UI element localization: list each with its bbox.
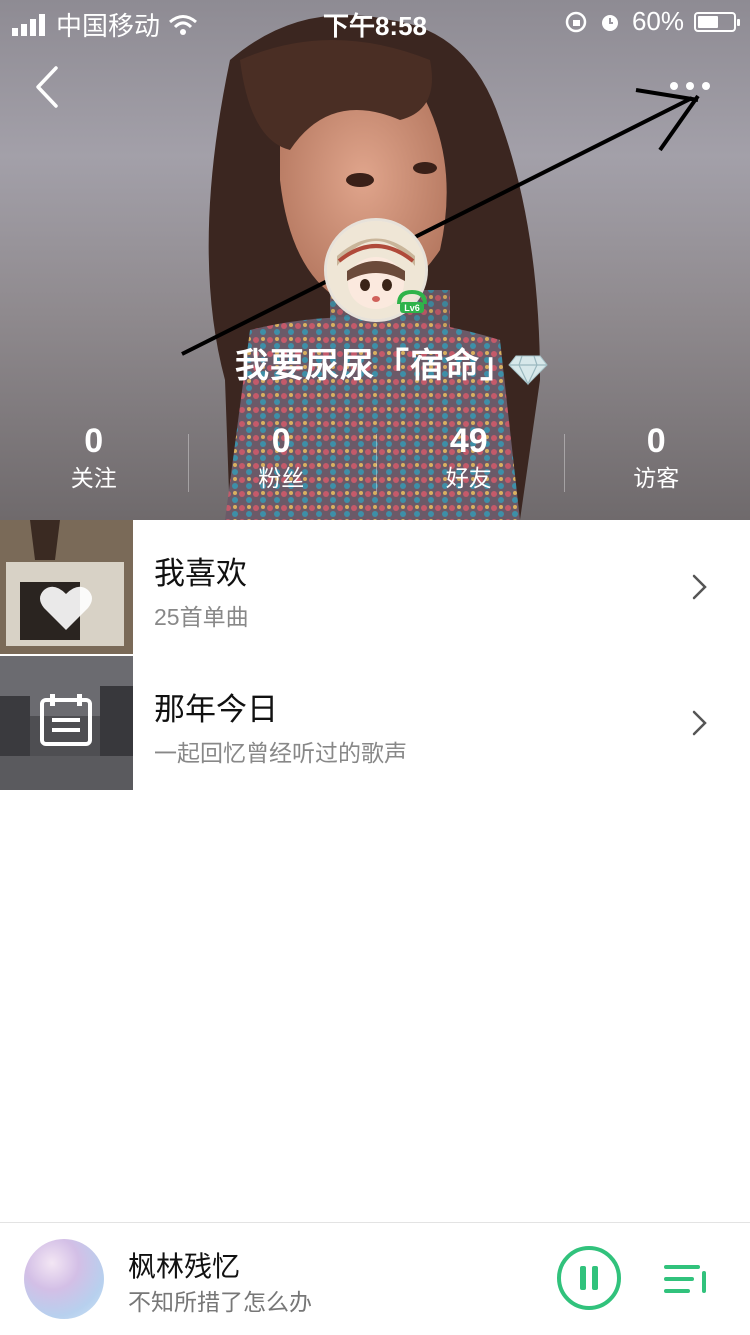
chevron-right-icon [690,570,710,604]
stat-label: 关注 [0,462,188,494]
song-subtitle: 不知所措了怎么办 [128,1283,312,1317]
divider [376,434,377,492]
battery-icon [694,12,736,32]
chevron-left-icon [30,62,70,112]
back-button[interactable] [30,62,70,112]
more-button[interactable] [660,72,716,102]
pause-icon [580,1266,586,1290]
playlist-button[interactable] [662,1259,710,1299]
divider [564,434,565,492]
list-item-title: 那年今日 [154,684,278,729]
level-badge: Lv6 [396,290,428,314]
chevron-right-icon [690,706,710,740]
alarm-icon [598,10,622,34]
status-bar: 中国移动 下午8:58 60% [0,0,750,40]
pause-button[interactable] [556,1245,622,1311]
list-item-title: 我喜欢 [154,548,247,593]
stat-fans[interactable]: 0 粉丝 [188,420,376,500]
stat-label: 好友 [375,462,563,494]
username: 我要尿尿「宿命」 [235,347,515,385]
stat-label: 粉丝 [188,462,376,494]
stat-value: 0 [0,420,188,462]
stat-visitors[interactable]: 0 访客 [563,420,750,500]
list-item-subtitle: 一起回忆曾经听过的歌声 [154,734,407,768]
orientation-lock-icon [564,10,588,34]
stat-value: 49 [375,420,563,462]
diamond-icon[interactable] [508,354,548,386]
more-dots-icon [660,72,716,102]
username-row: 我要尿尿「宿命」 [0,338,750,387]
mini-player[interactable]: 枫林残忆 不知所措了怎么办 [0,1222,750,1335]
song-title: 枫林残忆 [128,1245,240,1285]
album-art[interactable] [24,1239,104,1319]
stat-friends[interactable]: 49 好友 [375,420,563,500]
divider [188,434,189,492]
favorites-cover [0,520,133,654]
stat-label: 访客 [563,462,750,494]
stat-value: 0 [563,420,750,462]
battery-percent: 60% [632,6,684,37]
stat-following[interactable]: 0 关注 [0,420,188,500]
playlist-icon [666,1267,704,1291]
list-item-subtitle: 25首单曲 [154,598,249,632]
stats-bar: 0 关注 0 粉丝 49 好友 0 访客 [0,420,750,500]
list-item-on-this-day[interactable]: 那年今日 一起回忆曾经听过的歌声 [0,656,750,790]
stat-value: 0 [188,420,376,462]
level-badge-text: Lv6 [404,303,420,313]
on-this-day-cover [0,656,133,790]
list-item-favorites[interactable]: 我喜欢 25首单曲 [0,520,750,654]
